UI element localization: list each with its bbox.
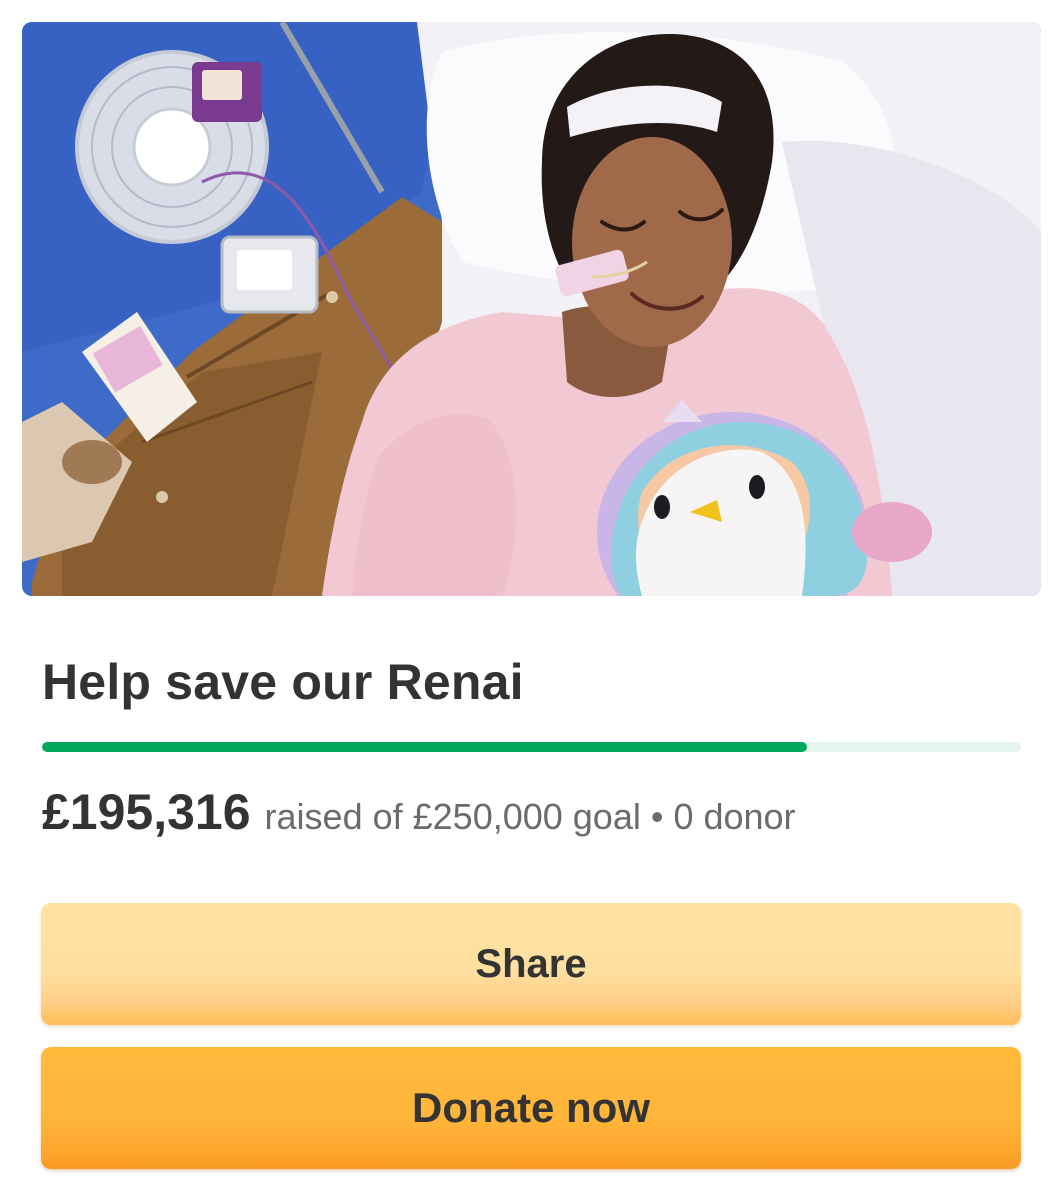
share-button[interactable]: Share <box>41 903 1021 1025</box>
progress-bar-fill <box>42 742 807 752</box>
progress-bar <box>42 742 1021 752</box>
fundraising-stats: £195,316 raised of £250,000 goal • 0 dono… <box>42 784 796 853</box>
campaign-hero-image <box>22 22 1041 596</box>
campaign-title: Help save our Renai <box>42 654 524 710</box>
hero-photo <box>22 22 1041 596</box>
goal-and-donor-count: raised of £250,000 goal • 0 donor <box>264 796 796 837</box>
raised-amount: £195,316 <box>42 784 251 840</box>
donate-now-button[interactable]: Donate now <box>41 1047 1021 1169</box>
